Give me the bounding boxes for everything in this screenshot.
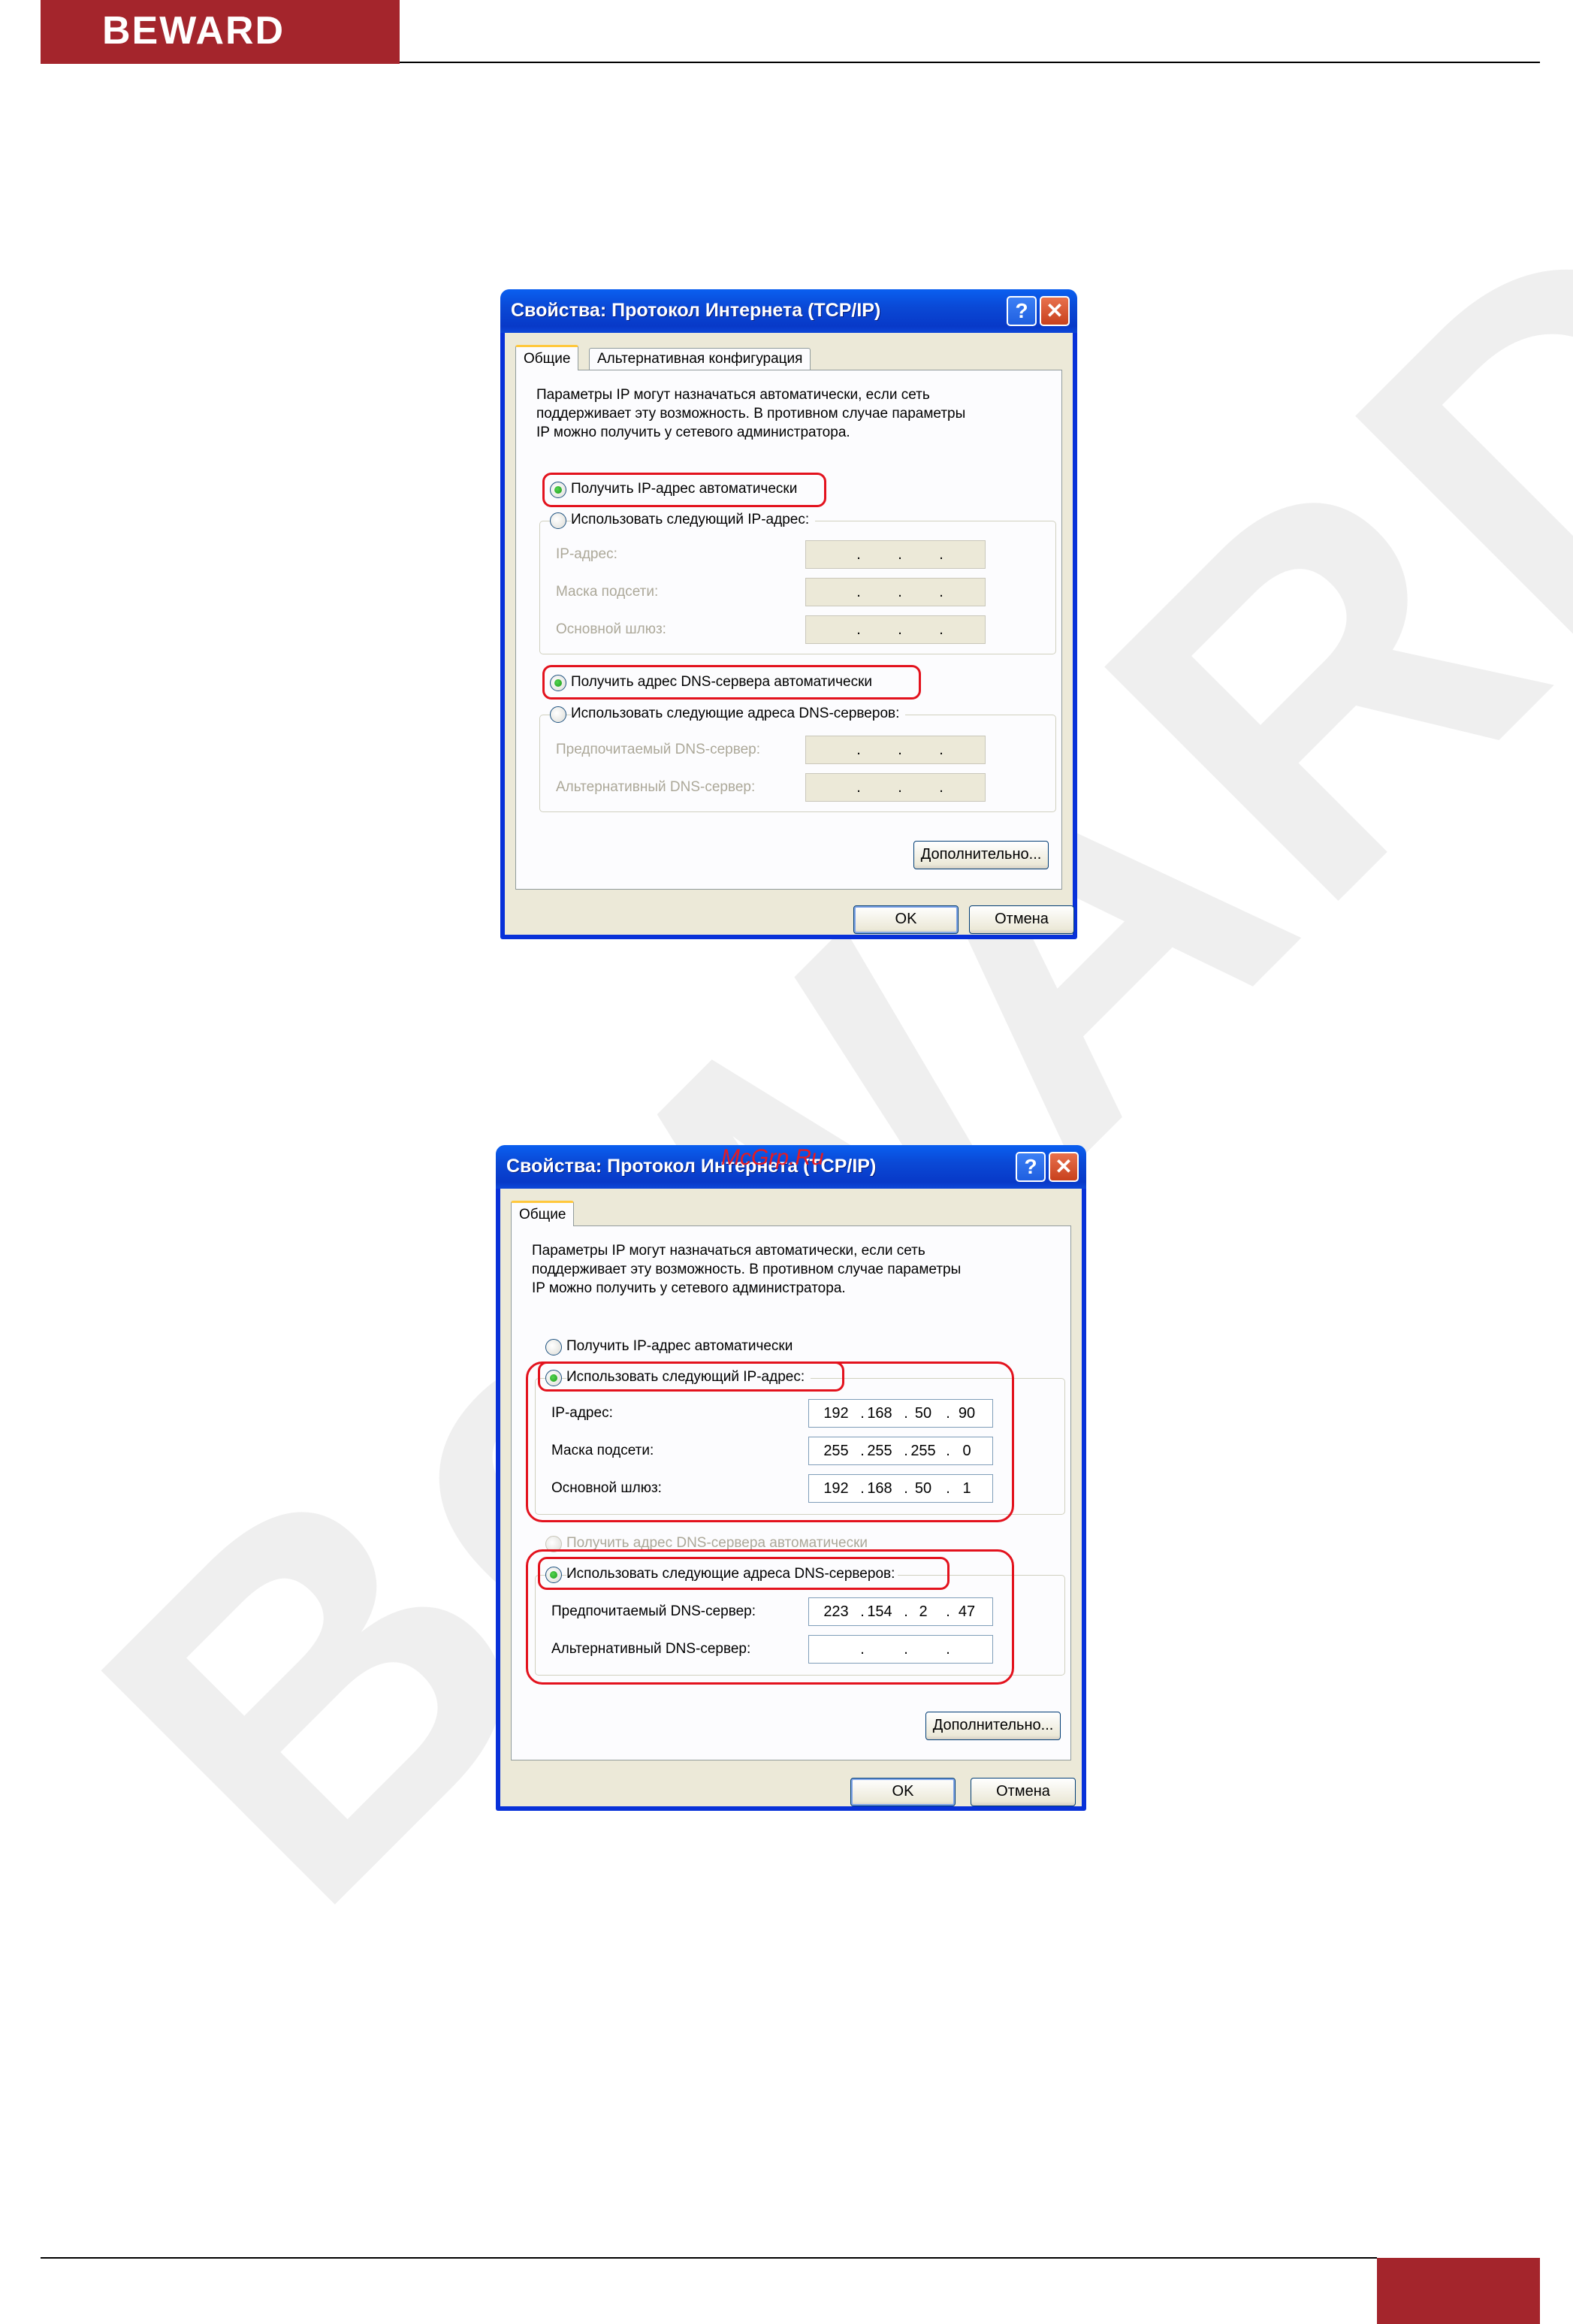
tcpip-dialog-auto: Свойства: Протокол Интернета (TCP/IP) ? … <box>500 289 1077 939</box>
ok-button[interactable]: OK <box>853 905 959 934</box>
dialog-body: Общие Альтернативная конфигурация Параме… <box>505 333 1074 935</box>
ip-address-label: IP-адрес: <box>551 1405 613 1421</box>
brand-bar: BEWARD <box>41 0 400 64</box>
gw-octet: 168 <box>867 1480 892 1497</box>
help-button[interactable]: ? <box>1007 296 1037 326</box>
dns-octet: 2 <box>919 1603 928 1620</box>
alternate-dns-field[interactable]: ... <box>805 773 986 802</box>
advanced-button[interactable]: Дополнительно... <box>913 841 1049 869</box>
dialog-body: Общие Параметры IP могут назначаться авт… <box>500 1189 1082 1806</box>
highlight-dns-auto <box>542 665 921 700</box>
ip-octet: 192 <box>823 1405 849 1422</box>
mcgrp-overlay-text: McGrp.Ru <box>721 1145 824 1170</box>
alternate-dns-label: Альтернативный DNS-сервер: <box>551 1641 751 1657</box>
subnet-mask-label: Маска подсети: <box>556 584 659 600</box>
header-rule <box>400 62 1540 63</box>
intro-text: Параметры IP могут назначаться автоматич… <box>536 387 966 440</box>
cancel-button[interactable]: Отмена <box>971 1778 1076 1806</box>
mask-octet: 255 <box>823 1443 849 1459</box>
ip-auto-label: Получить IP-адрес автоматически <box>566 1338 793 1354</box>
ip-auto-radio[interactable] <box>545 1339 562 1355</box>
subnet-mask-label: Маска подсети: <box>551 1443 654 1458</box>
preferred-dns-label: Предпочитаемый DNS-сервер: <box>551 1603 756 1619</box>
gateway-label: Основной шлюз: <box>556 621 666 637</box>
close-button[interactable]: ✕ <box>1049 1152 1079 1182</box>
gw-octet: 50 <box>914 1480 932 1497</box>
intro-text: Параметры IP могут назначаться автоматич… <box>532 1243 962 1296</box>
tab-general[interactable]: Общие <box>511 1201 575 1226</box>
mask-octet: 0 <box>962 1443 971 1459</box>
mask-octet: 255 <box>910 1443 936 1459</box>
tcpip-dialog-manual: Свойства: Протокол Интернета (TCP/IP) Mc… <box>496 1145 1086 1811</box>
dns-octet: 47 <box>958 1603 976 1620</box>
close-button[interactable]: ✕ <box>1040 296 1070 326</box>
gw-octet: 1 <box>962 1480 971 1497</box>
tab-general[interactable]: Общие <box>515 345 579 370</box>
title-bar: Свойства: Протокол Интернета (TCP/IP) ? … <box>500 289 1077 333</box>
preferred-dns-label: Предпочитаемый DNS-сервер: <box>556 742 761 757</box>
ip-address-field[interactable]: 192. 168. 50. 90 <box>808 1399 993 1428</box>
close-icon: ✕ <box>1046 299 1064 322</box>
title-bar: Свойства: Протокол Интернета (TCP/IP) Mc… <box>496 1145 1086 1189</box>
alternate-dns-label: Альтернативный DNS-сервер: <box>556 779 756 795</box>
mask-octet: 255 <box>867 1443 892 1459</box>
subnet-mask-field[interactable]: 255. 255. 255. 0 <box>808 1437 993 1465</box>
ip-manual-label: Использовать следующий IP-адрес: <box>571 512 816 528</box>
ip-address-label: IP-адрес: <box>556 546 617 562</box>
question-icon: ? <box>1024 1155 1037 1178</box>
dialog-title: Свойства: Протокол Интернета (TCP/IP) <box>511 300 881 321</box>
footer-rule <box>41 2257 1377 2259</box>
ok-button[interactable]: OK <box>850 1778 956 1806</box>
highlight-ip-auto <box>542 473 826 507</box>
ip-manual-radio[interactable] <box>550 512 566 529</box>
ip-octet: 168 <box>867 1405 892 1422</box>
question-icon: ? <box>1015 299 1028 322</box>
dns-octet: 154 <box>867 1603 892 1620</box>
alternate-dns-field[interactable]: ... <box>808 1635 993 1664</box>
cancel-button[interactable]: Отмена <box>969 905 1074 934</box>
close-icon: ✕ <box>1055 1155 1073 1178</box>
ip-octet: 90 <box>958 1405 976 1422</box>
ip-octet: 50 <box>914 1405 932 1422</box>
dns-manual-label: Использовать следующие адреса DNS-сервер… <box>571 706 906 722</box>
footer-page-block <box>1377 2258 1540 2324</box>
gw-octet: 192 <box>823 1480 849 1497</box>
gateway-field[interactable]: ... <box>805 615 986 644</box>
gateway-field[interactable]: 192. 168. 50. 1 <box>808 1474 993 1503</box>
subnet-mask-field[interactable]: ... <box>805 578 986 606</box>
help-button[interactable]: ? <box>1016 1152 1046 1182</box>
gateway-label: Основной шлюз: <box>551 1480 662 1496</box>
dns-octet: 223 <box>823 1603 849 1620</box>
dns-manual-radio[interactable] <box>550 706 566 723</box>
advanced-button[interactable]: Дополнительно... <box>925 1712 1061 1740</box>
preferred-dns-field[interactable]: 223. 154. 2. 47 <box>808 1597 993 1626</box>
ip-address-field[interactable]: ... <box>805 540 986 569</box>
brand-logo: BEWARD <box>102 9 285 53</box>
tab-alternate-config[interactable]: Альтернативная конфигурация <box>589 348 811 370</box>
preferred-dns-field[interactable]: ... <box>805 736 986 764</box>
